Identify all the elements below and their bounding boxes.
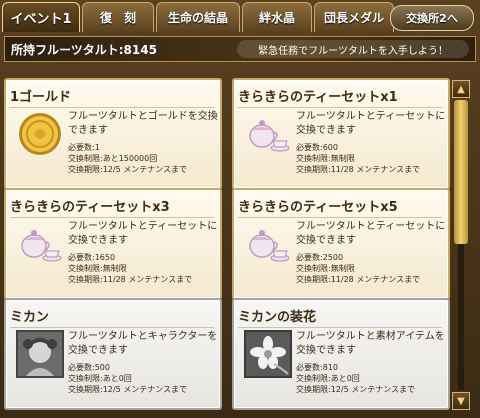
item-title: きらきらのティーセットx3	[10, 196, 214, 218]
item-limit: 交換制限:無制限	[296, 264, 355, 273]
item-card-teaset-x1[interactable]: きらきらのティーセットx1 フルーツタルトとティーセットに交換できます 必要数:…	[232, 78, 450, 190]
tab-reprint[interactable]: 復 刻	[82, 2, 154, 32]
exchange-2-button[interactable]: 交換所2へ	[390, 5, 474, 31]
item-required: 必要数:1	[68, 143, 100, 152]
item-limit: 交換制限:あと0回	[68, 374, 132, 383]
item-card-mikan[interactable]: ミカン フルーツタルトとキャラクターを交換できます 必要数:500 交換制限:あ…	[4, 298, 222, 410]
item-required: 必要数:600	[296, 143, 338, 152]
item-card-teaset-x5[interactable]: きらきらのティーセットx5 フルーツタルトとティーセットに交換できます 必要数:…	[232, 188, 450, 300]
tab-event1[interactable]: イベント1	[2, 2, 80, 32]
item-deadline: 交換期限:11/28 メンテナンスまで	[296, 165, 421, 174]
item-card-mikan-flower[interactable]: ミカンの装花 フルーツタルトと素材アイテムを交換できます 必要数:810 交換制…	[232, 298, 450, 410]
item-deadline: 交換期限:12/5 メンテナンスまで	[68, 165, 188, 174]
item-card-teaset-x3[interactable]: きらきらのティーセットx3 フルーツタルトとティーセットに交換できます 必要数:…	[4, 188, 222, 300]
tea-set-icon	[16, 220, 64, 268]
item-title: ミカンの装花	[238, 306, 442, 328]
tab-bond-crystal[interactable]: 絆水晶	[242, 2, 312, 32]
item-stats: 必要数:600 交換制限:無制限 交換期限:11/28 メンテナンスまで	[296, 142, 448, 175]
item-deadline: 交換期限:11/28 メンテナンスまで	[296, 275, 421, 284]
scroll-up-arrow-icon[interactable]: ▲	[452, 80, 470, 98]
item-required: 必要数:810	[296, 363, 338, 372]
scrollbar[interactable]: ▲ ▼	[452, 80, 470, 410]
item-limit: 交換制限:無制限	[68, 264, 127, 273]
scroll-down-arrow-icon[interactable]: ▼	[452, 392, 470, 410]
item-required: 必要数:2500	[296, 253, 344, 262]
tab-captain-medal[interactable]: 団長メダル	[314, 2, 394, 32]
item-title: ミカン	[10, 306, 214, 328]
item-title: きらきらのティーセットx5	[238, 196, 442, 218]
tea-set-icon	[244, 220, 292, 268]
tab-life-crystal[interactable]: 生命の結晶	[156, 2, 240, 32]
flower-ornament-icon	[244, 330, 292, 378]
item-required: 必要数:500	[68, 363, 110, 372]
item-stats: 必要数:2500 交換制限:無制限 交換期限:11/28 メンテナンスまで	[296, 252, 448, 285]
item-title: 1ゴールド	[10, 86, 214, 108]
item-stats: 必要数:1650 交換制限:無制限 交換期限:11/28 メンテナンスまで	[68, 252, 220, 285]
item-required: 必要数:1650	[68, 253, 116, 262]
shop-screen: イベント1 復 刻 生命の結晶 絆水晶 団長メダル 交換所2へ 所持フルーツタル…	[0, 0, 480, 418]
item-limit: 交換制限:あと150000回	[68, 154, 158, 163]
item-card-gold[interactable]: 1ゴールド フルーツタルトとゴールドを交換できます 必要数:1 交換制限:あと1…	[4, 78, 222, 190]
gold-coin-icon	[16, 110, 64, 158]
scroll-thumb[interactable]	[454, 100, 468, 244]
tea-set-icon	[244, 110, 292, 158]
item-stats: 必要数:810 交換制限:あと0回 交換期限:12/5 メンテナンスまで	[296, 362, 448, 395]
character-portrait-icon	[16, 330, 64, 378]
info-bar: 所持フルーツタルト:8145 緊急任務でフルーツタルトを入手しよう！	[4, 36, 476, 62]
item-deadline: 交換期限:12/5 メンテナンスまで	[296, 385, 416, 394]
owned-count: 所持フルーツタルト:8145	[11, 43, 157, 57]
tab-bar: イベント1 復 刻 生命の結晶 絆水晶 団長メダル	[2, 2, 396, 34]
item-desc: フルーツタルトと素材アイテムを交換できます	[296, 331, 445, 356]
item-deadline: 交換期限:11/28 メンテナンスまで	[68, 275, 193, 284]
item-stats: 必要数:1 交換制限:あと150000回 交換期限:12/5 メンテナンスまで	[68, 142, 220, 175]
notice-text: 緊急任務でフルーツタルトを入手しよう！	[237, 40, 469, 58]
item-title: きらきらのティーセットx1	[238, 86, 442, 108]
item-desc: フルーツタルトとティーセットに交換できます	[68, 221, 218, 246]
item-limit: 交換制限:あと0回	[296, 374, 360, 383]
item-grid: 1ゴールド フルーツタルトとゴールドを交換できます 必要数:1 交換制限:あと1…	[4, 66, 450, 416]
item-desc: フルーツタルトとティーセットに交換できます	[296, 221, 446, 246]
item-stats: 必要数:500 交換制限:あと0回 交換期限:12/5 メンテナンスまで	[68, 362, 220, 395]
item-desc: フルーツタルトとティーセットに交換できます	[296, 111, 446, 136]
item-desc: フルーツタルトとゴールドを交換できます	[68, 111, 218, 136]
item-desc: フルーツタルトとキャラクターを交換できます	[68, 331, 218, 356]
item-deadline: 交換期限:12/5 メンテナンスまで	[68, 385, 188, 394]
item-limit: 交換制限:無制限	[296, 154, 355, 163]
